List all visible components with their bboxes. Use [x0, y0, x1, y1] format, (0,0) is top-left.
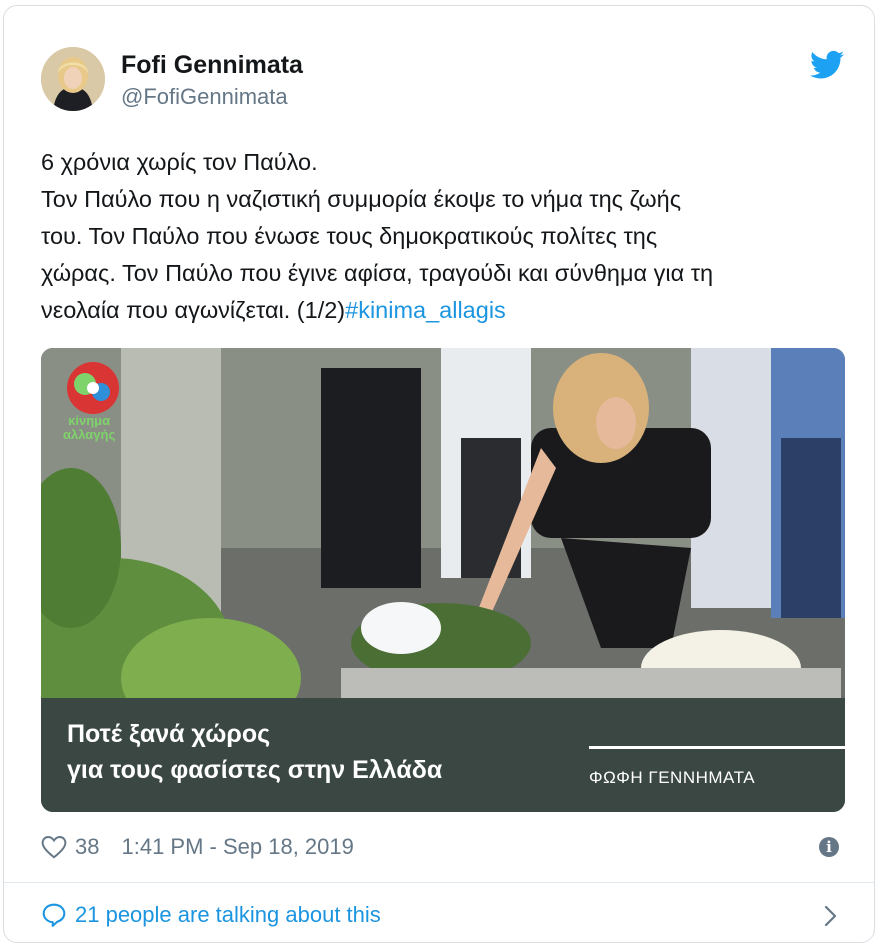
tweet-line-text: νεολαία που αγωνίζεται. (1/2): [41, 297, 346, 323]
conversation-link[interactable]: 21 people are talking about this: [41, 902, 381, 928]
heart-icon[interactable]: [41, 835, 67, 859]
tweet-line: Τον Παύλο που η ναζιστική συμμορία έκοψε…: [41, 186, 682, 212]
tweet-line: 6 χρόνια χωρίς τον Παύλο.: [41, 149, 318, 175]
speech-bubble-icon: [42, 903, 66, 927]
timestamp[interactable]: 1:41 PM - Sep 18, 2019: [121, 834, 353, 860]
info-icon[interactable]: i: [819, 837, 839, 857]
author-handle[interactable]: @FofiGennimata: [121, 84, 288, 110]
chevron-right-icon[interactable]: [822, 904, 840, 928]
photo-banner: Ποτέ ξανά χώρος για τους φασίστες στην Ε…: [41, 698, 845, 812]
divider: [4, 882, 874, 883]
like-count[interactable]: 38: [75, 834, 99, 860]
signature-name: ΦΩΦΗ ΓΕΝΝΗΜΑΤΑ: [589, 768, 756, 787]
logo-line: αλλαγής: [63, 427, 116, 442]
tweet-photo[interactable]: κίνημα αλλαγής Ποτέ ξανά χώρος για τους …: [41, 348, 845, 812]
tweet-line-last: νεολαία που αγωνίζεται. (1/2)#kinima_all…: [41, 292, 851, 329]
tweet-text: 6 χρόνια χωρίς τον Παύλο. Τον Παύλο που …: [41, 144, 851, 329]
author-name[interactable]: Fofi Gennimata: [121, 51, 303, 80]
hashtag-link[interactable]: #kinima_allagis: [345, 297, 506, 323]
tweet-card: Fofi Gennimata @FofiGennimata 6 χρόνια χ…: [3, 5, 875, 943]
tweet-footer: 38 1:41 PM - Sep 18, 2019: [41, 832, 354, 862]
avatar[interactable]: [41, 47, 105, 111]
twitter-bird-icon[interactable]: [810, 50, 844, 80]
conversation-label: 21 people are talking about this: [75, 902, 381, 927]
tweet-line: του. Τον Παύλο που ένωσε τους δημοκρατικ…: [41, 223, 658, 249]
slogan-line: Ποτέ ξανά χώρος: [67, 720, 271, 748]
logo-line: κίνημα: [68, 413, 111, 428]
tweet-line: χώρας. Τον Παύλο που έγινε αφίσα, τραγού…: [41, 260, 714, 286]
photo-scene: [41, 348, 845, 738]
signature-rule: [589, 746, 845, 749]
party-logo-text: κίνημα αλλαγής: [63, 414, 115, 442]
slogan-line: για τους φασίστες στην Ελλάδα: [67, 756, 443, 784]
